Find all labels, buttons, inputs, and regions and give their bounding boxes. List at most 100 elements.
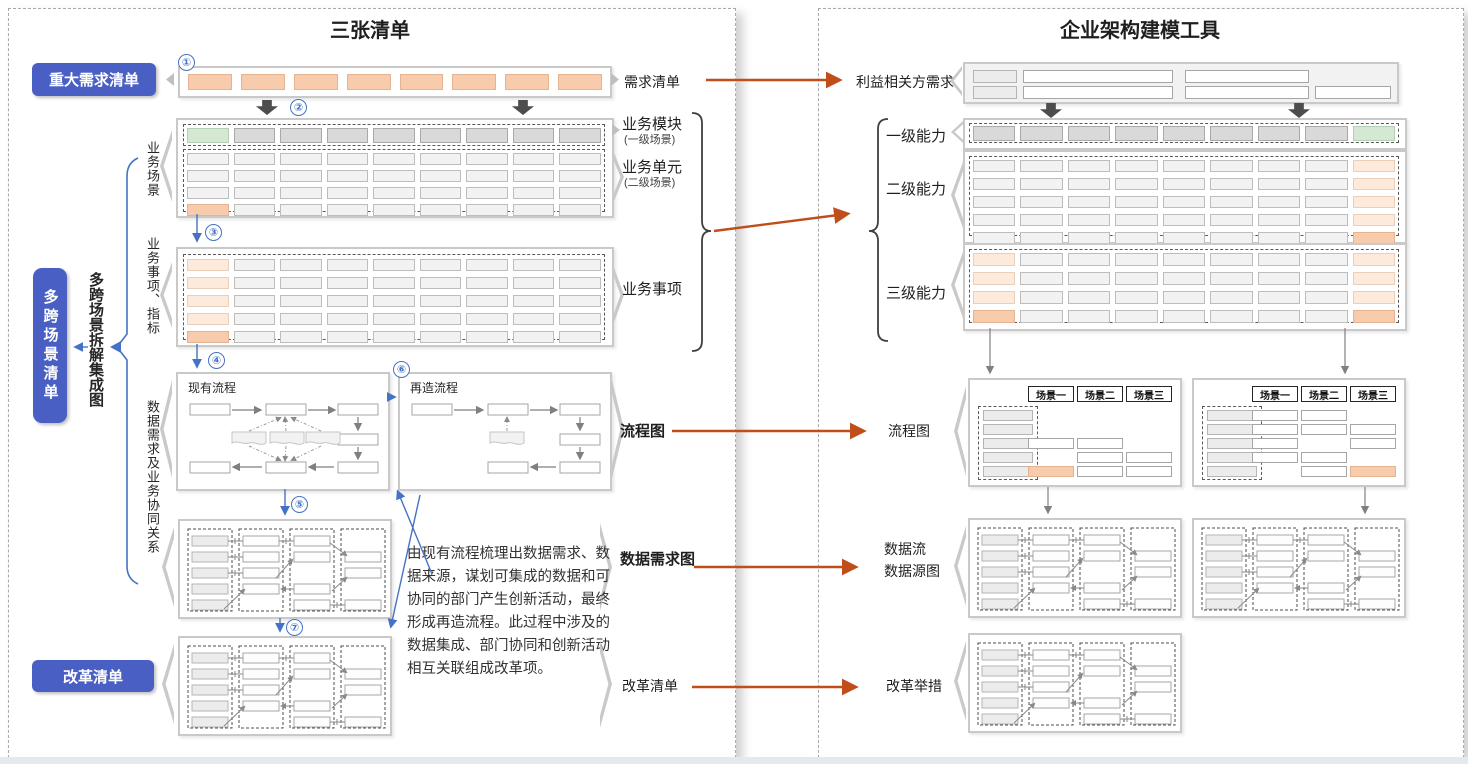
reform-list-columns <box>180 638 390 734</box>
grid-cell <box>280 187 322 199</box>
grid-cell <box>1020 253 1062 266</box>
grid-cell <box>1115 310 1157 323</box>
grid-cell <box>280 128 322 143</box>
grid-cell <box>187 204 229 216</box>
reform-measures-columns <box>970 635 1180 731</box>
redesigned-flow-box: 再造流程 <box>398 372 612 491</box>
grid-cell <box>466 313 508 325</box>
grid-cell <box>187 170 229 182</box>
data-flow-diagram-1 <box>968 518 1182 618</box>
grid-cell <box>513 313 555 325</box>
grid-cell <box>1210 253 1252 266</box>
grid-cell <box>1210 196 1252 208</box>
scene-cell <box>1126 466 1172 477</box>
stakeholder-cell <box>1185 86 1309 99</box>
business-unit-cells <box>187 153 601 216</box>
scene-highlight-cell <box>1350 466 1396 477</box>
grid-cell <box>234 331 276 343</box>
business-module-row <box>183 124 605 146</box>
grid-cell <box>373 259 415 271</box>
grid-cell <box>420 128 462 143</box>
grid-cell <box>234 128 276 143</box>
stakeholder-requirements-label: 利益相关方需求 <box>856 72 954 92</box>
grid-cell <box>1305 126 1347 141</box>
grid-cell <box>234 295 276 307</box>
grid-cell <box>187 331 229 343</box>
grid-cell <box>1163 310 1205 323</box>
grid-cell <box>234 277 276 289</box>
grid-cell <box>420 331 462 343</box>
scene-gray-cell <box>1207 438 1257 449</box>
data-req-chart-label: 数据需求图 <box>620 548 695 569</box>
business-items-label: 业务事项 <box>622 278 682 299</box>
grid-cell <box>327 313 369 325</box>
grid-cell <box>1305 160 1347 172</box>
scene-header: 场景三 <box>1350 386 1396 402</box>
scene-gray-cell <box>983 410 1033 421</box>
grid-cell <box>1353 291 1395 304</box>
grid-cell <box>1068 160 1110 172</box>
process-description: 由现有流程梳理出数据需求、数据来源，谋划可集成的数据和可协同的部门产生创新活动，… <box>407 543 619 680</box>
level2-capability-label: 二级能力 <box>886 178 946 199</box>
stakeholder-cell <box>1023 70 1173 83</box>
grid-cell <box>559 331 601 343</box>
scene-cell <box>1350 424 1396 435</box>
grid-cell <box>1115 196 1157 208</box>
grid-cell <box>513 277 555 289</box>
level1-capability-label: 一级能力 <box>886 125 946 146</box>
grid-cell <box>420 187 462 199</box>
grid-cell <box>1305 196 1347 208</box>
level1-dashed <box>969 123 1399 143</box>
grid-cell <box>327 170 369 182</box>
step-5-badge: ⑤ <box>291 496 308 513</box>
scene-header: 场景二 <box>1301 386 1347 402</box>
grid-cell <box>280 295 322 307</box>
grid-cell <box>973 291 1015 304</box>
grid-cell <box>466 187 508 199</box>
grid-cell <box>973 272 1015 285</box>
requirements-cells <box>188 74 602 90</box>
grid-cell <box>1210 178 1252 190</box>
grid-cell <box>559 204 601 216</box>
scene-cell <box>1301 466 1347 477</box>
grid-cell <box>1020 272 1062 285</box>
stakeholder-cell <box>973 70 1017 83</box>
items-indicators-vlabel: 业务事项、指标 <box>146 237 159 335</box>
right-panel-title: 企业架构建模工具 <box>990 14 1290 43</box>
grid-cell <box>1068 214 1110 226</box>
badge-reform-list: 改革清单 <box>32 660 154 692</box>
grid-cell <box>280 313 322 325</box>
grid-cell <box>1258 253 1300 266</box>
decompose-integrate-vlabel: 多跨场景拆解集成图 <box>88 272 103 407</box>
grid-cell <box>280 259 322 271</box>
grid-cell <box>420 259 462 271</box>
scene-cell <box>1252 438 1298 449</box>
grid-cell <box>1068 196 1110 208</box>
grid-cell <box>280 331 322 343</box>
grid-cell <box>466 331 508 343</box>
grid-cell <box>973 253 1015 266</box>
grid-cell <box>1353 196 1395 208</box>
redesigned-flow-diagram <box>400 374 610 489</box>
scene-cell <box>1350 438 1396 449</box>
grid-cell <box>1115 214 1157 226</box>
reform-measures-label: 改革举措 <box>886 676 942 696</box>
grid-cell <box>1068 253 1110 266</box>
business-items-cells <box>187 259 601 343</box>
reform-measures-diagram <box>968 633 1182 733</box>
grid-cell <box>187 187 229 199</box>
level2-capability-grid <box>963 150 1407 244</box>
stakeholder-cell <box>1185 70 1309 83</box>
grid-cell <box>973 178 1015 190</box>
flow-chart-label-right: 流程图 <box>888 421 930 441</box>
scene-header: 场景一 <box>1252 386 1298 402</box>
grid-cell <box>1020 196 1062 208</box>
badge-major-requirements: 重大需求清单 <box>32 63 156 96</box>
grid-cell <box>1305 178 1347 190</box>
grid-cell <box>420 153 462 165</box>
grid-cell <box>1020 291 1062 304</box>
level2-cells <box>973 160 1395 244</box>
business-scenario-container <box>176 118 614 218</box>
grid-cell <box>559 313 601 325</box>
grid-cell <box>558 74 602 90</box>
